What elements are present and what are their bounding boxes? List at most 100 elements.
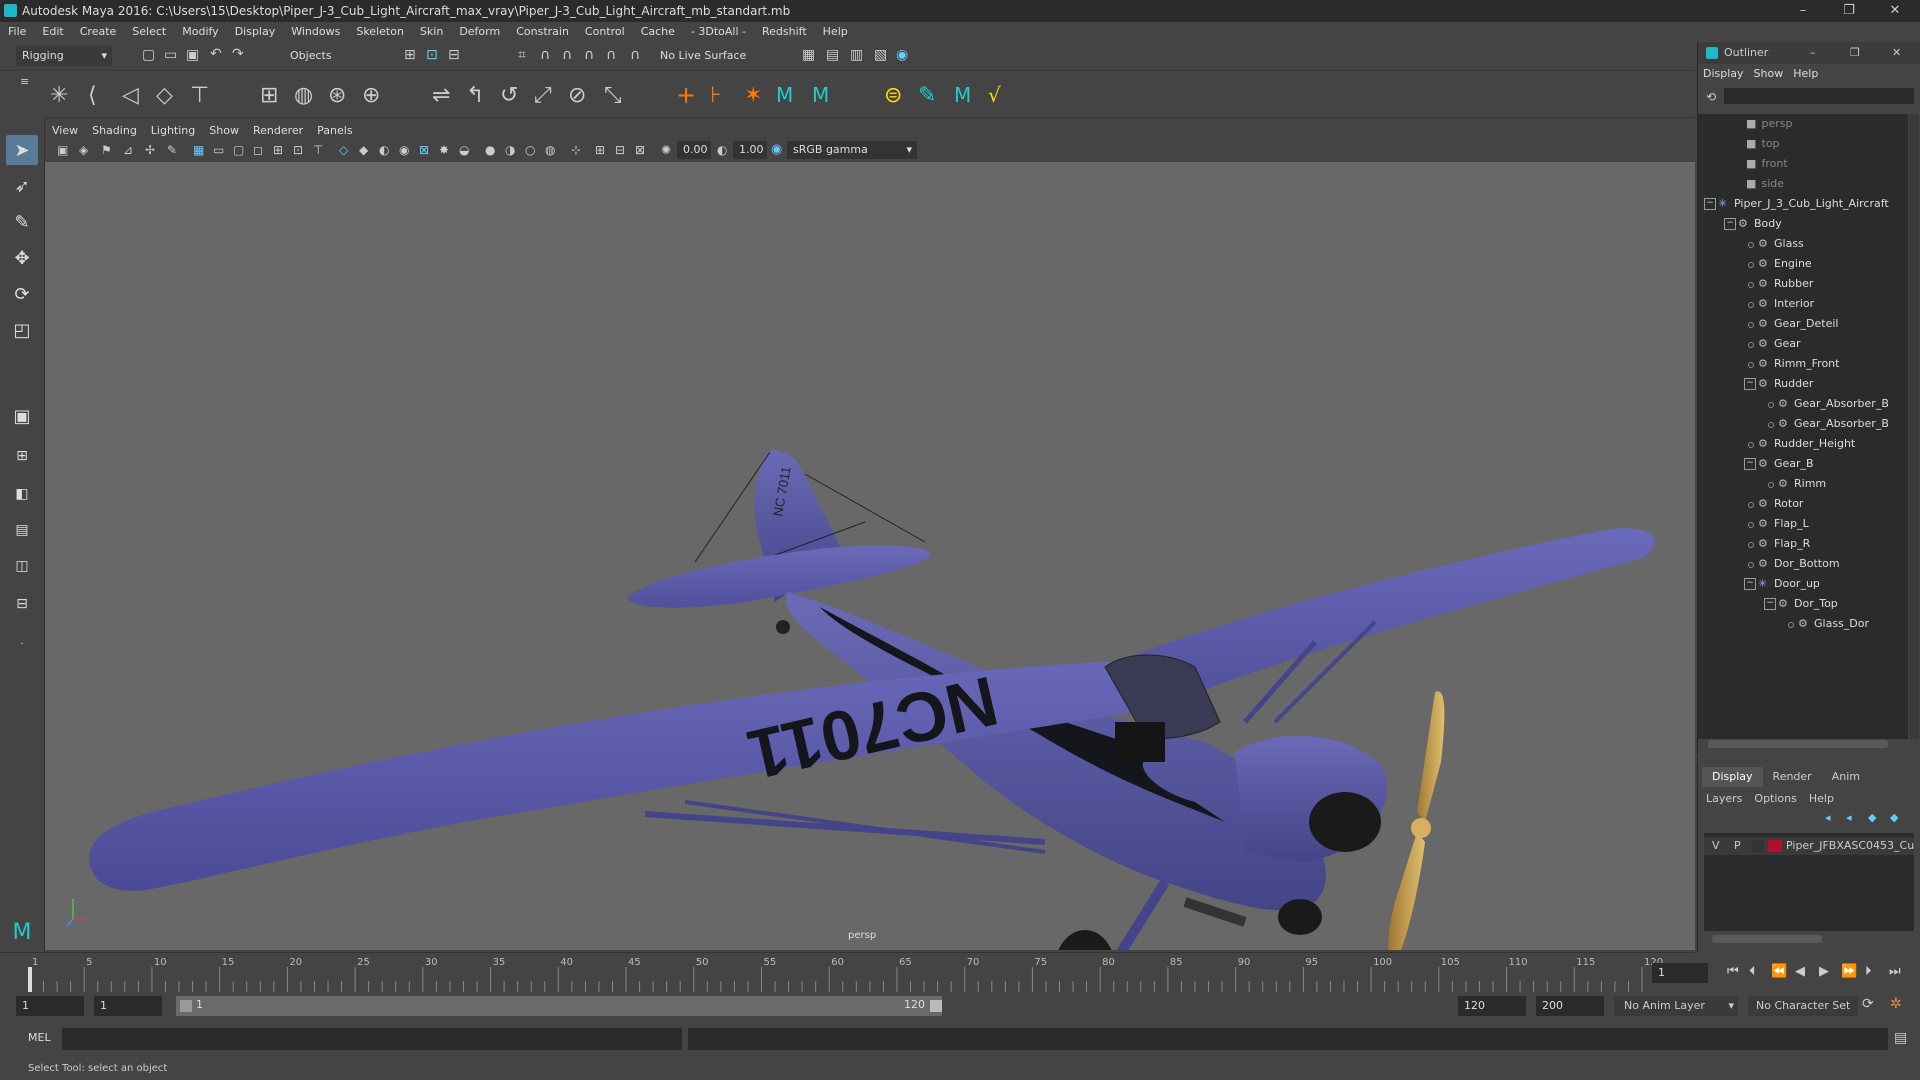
close-button[interactable]: ✕	[1872, 0, 1918, 22]
menu-skeleton[interactable]: Skeleton	[348, 22, 412, 42]
expander-icon[interactable]: −	[1704, 198, 1716, 210]
command-input[interactable]	[62, 1028, 682, 1050]
landing-gear-strut[interactable]	[1115, 879, 1170, 950]
aircraft-model[interactable]: NC 7011 NC7011	[45, 162, 1695, 950]
outliner-item[interactable]: ⚙ Rimm	[1698, 474, 1908, 494]
layer-menu-layers[interactable]: Layers	[1706, 792, 1754, 805]
outliner-menu-help[interactable]: Help	[1788, 67, 1823, 80]
xray-joints-icon[interactable]: ⊞	[595, 143, 605, 157]
propeller-blade-bottom[interactable]	[1388, 832, 1425, 950]
outliner-item[interactable]: ⚙ Dor_Bottom	[1698, 554, 1908, 574]
menu-cache[interactable]: Cache	[633, 22, 683, 42]
move-layer-up-icon[interactable]: ◂	[1825, 811, 1831, 824]
lattice-icon[interactable]: ⊛	[328, 83, 346, 108]
paint-select-icon[interactable]: ✎	[6, 207, 38, 237]
outliner-item-camera[interactable]: ■ side	[1746, 174, 1784, 194]
outliner-filter-icon[interactable]: ⟲	[1706, 90, 1716, 104]
expander-icon[interactable]: −	[1744, 578, 1756, 590]
point-constraint-icon[interactable]: ⇌	[432, 83, 450, 108]
time-ruler[interactable]: 1 5 10 15 20 25 30 35 40 45 50 55 60 65 70 75 80 85 90 95 10…	[28, 953, 1678, 993]
select-component-icon[interactable]: ⊟	[448, 47, 460, 63]
menu-display[interactable]: Display	[227, 22, 284, 42]
outliner-item[interactable]: ⚙ Rubber	[1698, 274, 1908, 294]
isolate-select-icon[interactable]: ⊹	[571, 143, 581, 157]
lights-icon[interactable]: ✸	[439, 143, 449, 157]
snap-surface-icon[interactable]: ∩	[606, 47, 616, 63]
hypershade-icon[interactable]: ◉	[896, 47, 908, 63]
perspective-viewport[interactable]: NC 7011 NC7011 persp	[45, 162, 1695, 950]
tab-render[interactable]: Render	[1763, 767, 1822, 787]
render-icon[interactable]: ▤	[826, 47, 839, 63]
outliner-menu-show[interactable]: Show	[1749, 67, 1789, 80]
outliner-menu-display[interactable]: Display	[1698, 67, 1749, 80]
go-to-start-icon[interactable]: ⏮	[1727, 960, 1739, 984]
layer-type-toggle[interactable]	[1752, 840, 1764, 852]
layer-visibility-toggle[interactable]: V	[1712, 837, 1720, 855]
outliner-item[interactable]: ⚙ Gear_Absorber_B	[1698, 414, 1908, 434]
outliner-item-camera[interactable]: ■ front	[1746, 154, 1788, 174]
outliner-item[interactable]: ⚙ Rimm_Front	[1698, 354, 1908, 374]
anti-aliasing-icon[interactable]: ○	[525, 143, 535, 157]
gamma-icon[interactable]: ◐	[717, 143, 727, 157]
expander-icon[interactable]: −	[1724, 218, 1736, 230]
expander-icon[interactable]: −	[1744, 378, 1756, 390]
pole-vector-icon[interactable]: ⤡	[604, 83, 622, 108]
panel-menu-shading[interactable]: Shading	[85, 122, 144, 140]
panel-menu-lighting[interactable]: Lighting	[144, 122, 202, 140]
outliner-item[interactable]: ⚙ Gear	[1698, 334, 1908, 354]
maya-shelf-icon[interactable]: M	[776, 83, 793, 107]
layer-menu-options[interactable]: Options	[1754, 792, 1808, 805]
menu-select[interactable]: Select	[124, 22, 174, 42]
menu-constrain[interactable]: Constrain	[508, 22, 577, 42]
outliner-item[interactable]: − ⚙ Body	[1698, 214, 1908, 234]
hypergraph-layout-icon[interactable]: ⊟	[6, 589, 38, 619]
tail-wheel[interactable]	[776, 620, 790, 634]
save-scene-icon[interactable]: ▣	[186, 47, 199, 63]
select-hierarchy-icon[interactable]: ⊞	[404, 47, 416, 63]
wireframe-icon[interactable]: ◇	[339, 143, 348, 157]
select-object-icon[interactable]: ⊡	[426, 47, 438, 63]
open-scene-icon[interactable]: ▭	[164, 47, 177, 63]
bookmark-icon[interactable]: ⚑	[101, 143, 112, 157]
range-start-handle[interactable]	[180, 1000, 192, 1012]
outliner-search-input[interactable]	[1724, 88, 1914, 104]
play-forward-icon[interactable]: ▶	[1819, 960, 1829, 984]
backface-icon[interactable]: ⊠	[635, 143, 645, 157]
range-bar[interactable]: 1 120	[176, 996, 942, 1016]
exposure-field[interactable]: 0.00	[677, 141, 711, 159]
color-space-select[interactable]: sRGB gamma ▾	[787, 141, 917, 159]
mode-select[interactable]: Rigging ▾	[16, 46, 112, 66]
command-language-toggle[interactable]: MEL	[28, 1031, 51, 1044]
new-layer-icon[interactable]: ◆	[1868, 811, 1876, 824]
start-time-field[interactable]: 1	[16, 996, 84, 1016]
depth-of-field-icon[interactable]: ◍	[545, 143, 555, 157]
camera-attributes-icon[interactable]: ◈	[79, 143, 88, 157]
menu-file[interactable]: File	[0, 22, 34, 42]
menu-create[interactable]: Create	[72, 22, 125, 42]
paint-weights-icon[interactable]: ⊜	[884, 83, 902, 108]
deformer-icon[interactable]: ⊦	[710, 83, 721, 108]
snap-live-icon[interactable]: ∩	[630, 47, 640, 63]
bind-skin-icon[interactable]: ⊞	[260, 83, 278, 108]
outliner-item[interactable]: ⚙ Interior	[1698, 294, 1908, 314]
scale-constraint-icon[interactable]: ⤢	[534, 83, 552, 108]
shadows-icon[interactable]: ◒	[459, 143, 469, 157]
expander-icon[interactable]: −	[1764, 598, 1776, 610]
outliner-item[interactable]: ⚙ Engine	[1698, 254, 1908, 274]
minimize-button[interactable]: –	[1780, 0, 1826, 22]
move-tool-icon[interactable]: ✥	[6, 243, 38, 273]
anim-layer-select[interactable]: No Anim Layer ▾	[1614, 996, 1738, 1016]
redo-icon[interactable]: ↷	[232, 46, 244, 62]
exposure-icon[interactable]: ✺	[661, 143, 671, 157]
maya-shelf-3-icon[interactable]: M	[954, 83, 971, 107]
resolution-gate-icon[interactable]: ▢	[233, 143, 244, 157]
render-view-icon[interactable]: ▦	[802, 47, 815, 63]
outliner-item[interactable]: ⚙ Flap_R	[1698, 534, 1908, 554]
outliner-maximize-button[interactable]: ❐	[1850, 42, 1860, 64]
time-slider[interactable]: 1 5 10 15 20 25 30 35 40 45 50 55 60 65 70 75 80 85 90 95 10…	[0, 952, 1708, 993]
menu-edit[interactable]: Edit	[34, 22, 71, 42]
ipr-render-icon[interactable]: ▥	[850, 47, 863, 63]
scale-tool-icon[interactable]: ◰	[6, 315, 38, 345]
outliner-minimize-button[interactable]: –	[1810, 42, 1816, 64]
live-surface-label[interactable]: No Live Surface	[660, 49, 746, 62]
